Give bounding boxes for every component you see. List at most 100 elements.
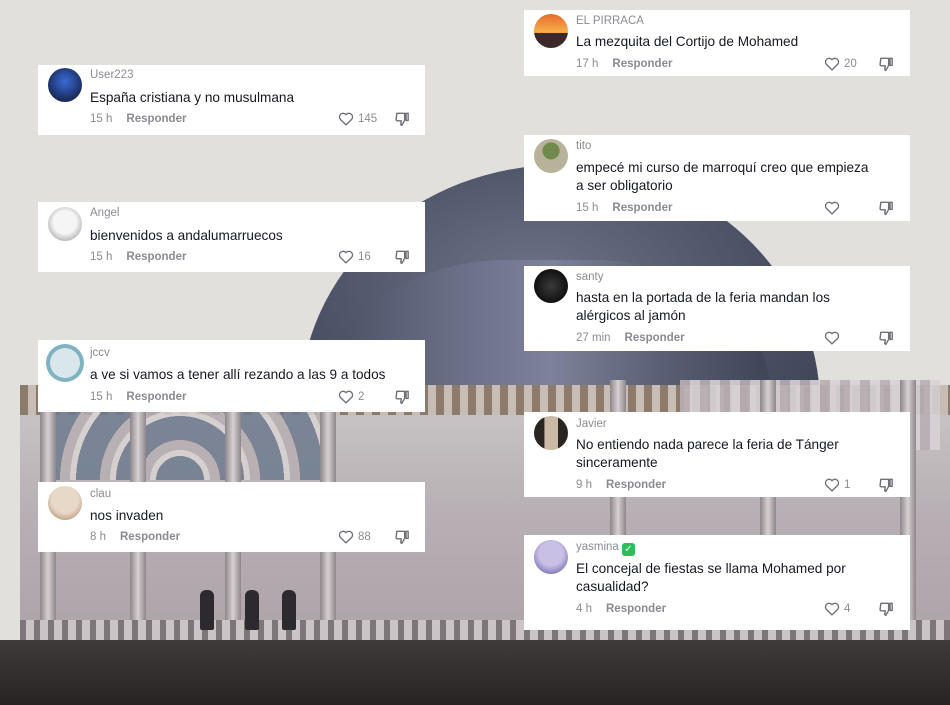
comment-time: 8 h — [90, 531, 106, 543]
like-count: 88 — [358, 530, 371, 543]
comment-text: La mezquita del Cortijo de Mohamed — [576, 34, 799, 49]
thumbs-down-icon[interactable] — [394, 111, 411, 127]
comment-text: empecé mi curso de marroquí creo que emp… — [576, 160, 869, 193]
like-count: 2 — [358, 390, 365, 403]
comment-card: santy hasta en la portada de la feria ma… — [524, 266, 910, 351]
thumbs-down-icon[interactable] — [394, 529, 411, 545]
like-button[interactable]: 16 — [338, 249, 371, 264]
comment-text: El concejal de fiestas se llama Mohamed … — [576, 561, 846, 594]
comment-username[interactable]: EL PIRRACA — [576, 15, 644, 27]
reply-button[interactable]: Responder — [120, 531, 180, 543]
comment-username[interactable]: Javier — [576, 418, 607, 430]
reply-button[interactable]: Responder — [612, 58, 672, 70]
avatar[interactable] — [48, 207, 82, 241]
figure — [282, 590, 296, 630]
comment-card: clau nos invaden 8 h Responder 88 — [38, 482, 425, 552]
like-button[interactable]: 145 — [338, 111, 377, 126]
like-button[interactable] — [824, 200, 844, 215]
avatar[interactable] — [534, 269, 568, 303]
comment-card: EL PIRRACA La mezquita del Cortijo de Mo… — [524, 10, 910, 76]
comment-time: 27 min — [576, 332, 611, 344]
reply-button[interactable]: Responder — [625, 332, 685, 344]
comment-meta: 17 h Responder — [576, 58, 672, 70]
thumbs-down-icon[interactable] — [394, 249, 411, 265]
thumbs-down-icon[interactable] — [394, 389, 411, 405]
comment-meta: 4 h Responder — [576, 603, 666, 615]
comment-card: Angel bienvenidos a andalumarruecos 15 h… — [38, 202, 425, 272]
heart-outline-icon — [338, 112, 354, 126]
thumbs-down-icon[interactable] — [878, 56, 895, 72]
comment-card: yasmina ✓ El concejal de fiestas se llama… — [524, 535, 910, 630]
comment-time: 4 h — [576, 603, 592, 615]
comment-time: 15 h — [90, 391, 113, 403]
comment-username[interactable]: Angel — [90, 207, 119, 219]
avatar[interactable] — [534, 14, 568, 48]
comment-text: hasta en la portada de la feria mandan l… — [576, 290, 830, 323]
ground — [0, 640, 950, 705]
comment-meta: 27 min Responder — [576, 332, 685, 344]
heart-outline-icon — [338, 390, 354, 404]
comment-time: 15 h — [90, 113, 113, 125]
comment-text: No entiendo nada parece la feria de Táng… — [576, 437, 839, 470]
comment-text: nos invaden — [90, 508, 164, 523]
heart-outline-icon — [824, 602, 840, 616]
thumbs-down-icon[interactable] — [878, 477, 895, 493]
comment-card: jccv a ve si vamos a tener allí rezando … — [38, 340, 425, 412]
like-button[interactable]: 2 — [338, 389, 364, 404]
comment-card: tito empecé mi curso de marroquí creo qu… — [524, 135, 910, 221]
comment-username[interactable]: jccv — [90, 347, 110, 359]
avatar[interactable] — [534, 416, 568, 450]
comment-username[interactable]: santy — [576, 271, 604, 283]
thumbs-down-icon[interactable] — [878, 601, 895, 617]
heart-outline-icon — [338, 530, 354, 544]
avatar[interactable] — [46, 344, 84, 382]
comment-time: 15 h — [576, 202, 599, 214]
comment-text: bienvenidos a andalumarruecos — [90, 228, 283, 243]
reply-button[interactable]: Responder — [126, 113, 186, 125]
comment-text: a ve si vamos a tener allí rezando a las… — [90, 367, 386, 382]
like-count: 20 — [844, 57, 857, 70]
avatar[interactable] — [534, 540, 568, 574]
comment-time: 9 h — [576, 479, 592, 491]
reply-button[interactable]: Responder — [126, 391, 186, 403]
thumbs-down-icon[interactable] — [878, 330, 895, 346]
thumbs-down-icon[interactable] — [878, 200, 895, 216]
comment-username-text[interactable]: yasmina — [576, 541, 619, 553]
comment-meta: 9 h Responder — [576, 479, 666, 491]
figure — [200, 590, 214, 630]
verified-check-icon: ✓ — [621, 543, 635, 556]
like-count: 1 — [844, 478, 851, 491]
reply-button[interactable]: Responder — [606, 603, 666, 615]
reply-button[interactable]: Responder — [612, 202, 672, 214]
comment-username[interactable]: clau — [90, 488, 111, 500]
comment-username: yasmina ✓ — [576, 541, 635, 556]
comment-username[interactable]: tito — [576, 140, 591, 152]
avatar[interactable] — [534, 139, 568, 173]
like-count: 4 — [844, 602, 851, 615]
like-button[interactable]: 88 — [338, 529, 371, 544]
arches-left — [40, 410, 320, 480]
comment-meta: 15 h Responder — [90, 251, 186, 263]
like-count: 16 — [358, 250, 371, 263]
comment-card: Javier No entiendo nada parece la feria … — [524, 412, 910, 497]
heart-outline-icon — [824, 201, 840, 215]
comment-text: España cristiana y no musulmana — [90, 90, 295, 105]
comment-time: 17 h — [576, 58, 599, 70]
heart-outline-icon — [824, 478, 840, 492]
avatar[interactable] — [48, 486, 82, 520]
like-button[interactable]: 20 — [824, 56, 857, 71]
like-button[interactable]: 1 — [824, 477, 850, 492]
comment-meta: 8 h Responder — [90, 531, 180, 543]
avatar[interactable] — [48, 68, 82, 102]
reply-button[interactable]: Responder — [606, 479, 666, 491]
comment-username[interactable]: User223 — [90, 69, 133, 81]
comment-card: User223 España cristiana y no musulmana … — [38, 65, 425, 135]
like-button[interactable] — [824, 330, 844, 345]
reply-button[interactable]: Responder — [126, 251, 186, 263]
comment-meta: 15 h Responder — [90, 391, 186, 403]
figure — [245, 590, 259, 630]
comment-meta: 15 h Responder — [90, 113, 186, 125]
like-button[interactable]: 4 — [824, 601, 850, 616]
heart-outline-icon — [824, 331, 840, 345]
heart-outline-icon — [338, 250, 354, 264]
